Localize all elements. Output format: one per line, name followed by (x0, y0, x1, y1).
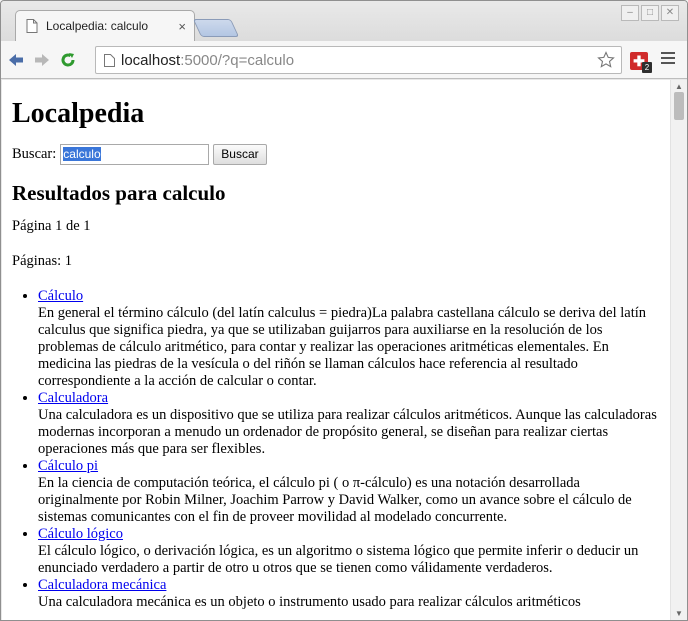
result-item: Cálculo En general el término cálculo (d… (38, 288, 660, 390)
results-list: Cálculo En general el término cálculo (d… (12, 288, 660, 611)
reload-icon (61, 52, 75, 66)
url-text: localhost:5000/?q=calculo (121, 52, 597, 69)
minimize-icon[interactable]: – (621, 5, 639, 21)
results-heading: Resultados para calculo (12, 181, 226, 205)
result-link[interactable]: Cálculo lógico (38, 526, 123, 542)
document-icon (26, 19, 38, 33)
result-item: Cálculo pi En la ciencia de computación … (38, 458, 660, 526)
result-item: Calculadora Una calculadora es un dispos… (38, 390, 660, 458)
menu-icon[interactable] (661, 52, 675, 67)
site-title: Localpedia (12, 98, 145, 129)
search-button[interactable]: Buscar (213, 144, 267, 165)
pagination-text: Página 1 de 1 (12, 218, 91, 234)
search-form: Buscar: calculo Buscar (12, 144, 660, 165)
url-path: :5000/?q=calculo (180, 51, 295, 69)
tab-strip: Localpedia: calculo × – □ ✕ (1, 1, 687, 41)
result-item: Calculadora mecánica Una calculadora mec… (38, 577, 660, 611)
scroll-down-icon[interactable]: ▼ (675, 609, 683, 618)
result-link[interactable]: Calculadora mecánica (38, 577, 166, 593)
vertical-scrollbar[interactable]: ▲ ▼ (670, 80, 687, 620)
search-input[interactable]: calculo (60, 144, 210, 165)
pages-text: Páginas: 1 (12, 253, 73, 269)
forward-button[interactable] (31, 49, 53, 71)
bookmark-star-icon[interactable] (597, 51, 615, 69)
search-input-value: calculo (63, 147, 101, 161)
new-tab-button[interactable] (192, 19, 240, 37)
close-window-icon[interactable]: ✕ (661, 5, 679, 21)
reload-button[interactable] (57, 49, 79, 71)
extension-badge: 2 (642, 62, 652, 73)
result-snippet: En la ciencia de computación teórica, el… (38, 475, 632, 525)
url-host: localhost (121, 51, 181, 69)
browser-window: Localpedia: calculo × – □ ✕ localhost:50… (0, 0, 688, 621)
back-arrow-icon (9, 53, 23, 66)
result-link[interactable]: Cálculo pi (38, 458, 98, 474)
browser-toolbar: localhost:5000/?q=calculo ✚ 2 (1, 41, 687, 79)
result-link[interactable]: Cálculo (38, 288, 83, 304)
address-bar[interactable]: localhost:5000/?q=calculo (95, 46, 622, 74)
tab-close-icon[interactable]: × (178, 19, 186, 34)
scrollbar-thumb[interactable] (674, 92, 684, 120)
forward-arrow-icon (35, 53, 49, 66)
scroll-up-icon[interactable]: ▲ (675, 82, 683, 91)
back-button[interactable] (5, 49, 27, 71)
result-snippet: Una calculadora es un dispositivo que se… (38, 407, 657, 457)
result-link[interactable]: Calculadora (38, 390, 108, 406)
page-icon (104, 53, 115, 67)
result-snippet: En general el término cálculo (del latín… (38, 305, 647, 389)
tab-title: Localpedia: calculo (46, 19, 149, 33)
page-content: Localpedia Buscar: calculo Buscar Result… (2, 80, 670, 620)
result-snippet: El cálculo lógico, o derivación lógica, … (38, 543, 639, 576)
result-item: Cálculo lógico El cálculo lógico, o deri… (38, 526, 660, 577)
maximize-icon[interactable]: □ (641, 5, 659, 21)
window-controls: – □ ✕ (619, 5, 679, 21)
tab-localpedia[interactable]: Localpedia: calculo × (15, 10, 195, 41)
result-snippet: Una calculadora mecánica es un objeto o … (38, 594, 581, 610)
search-label: Buscar: (12, 146, 57, 162)
